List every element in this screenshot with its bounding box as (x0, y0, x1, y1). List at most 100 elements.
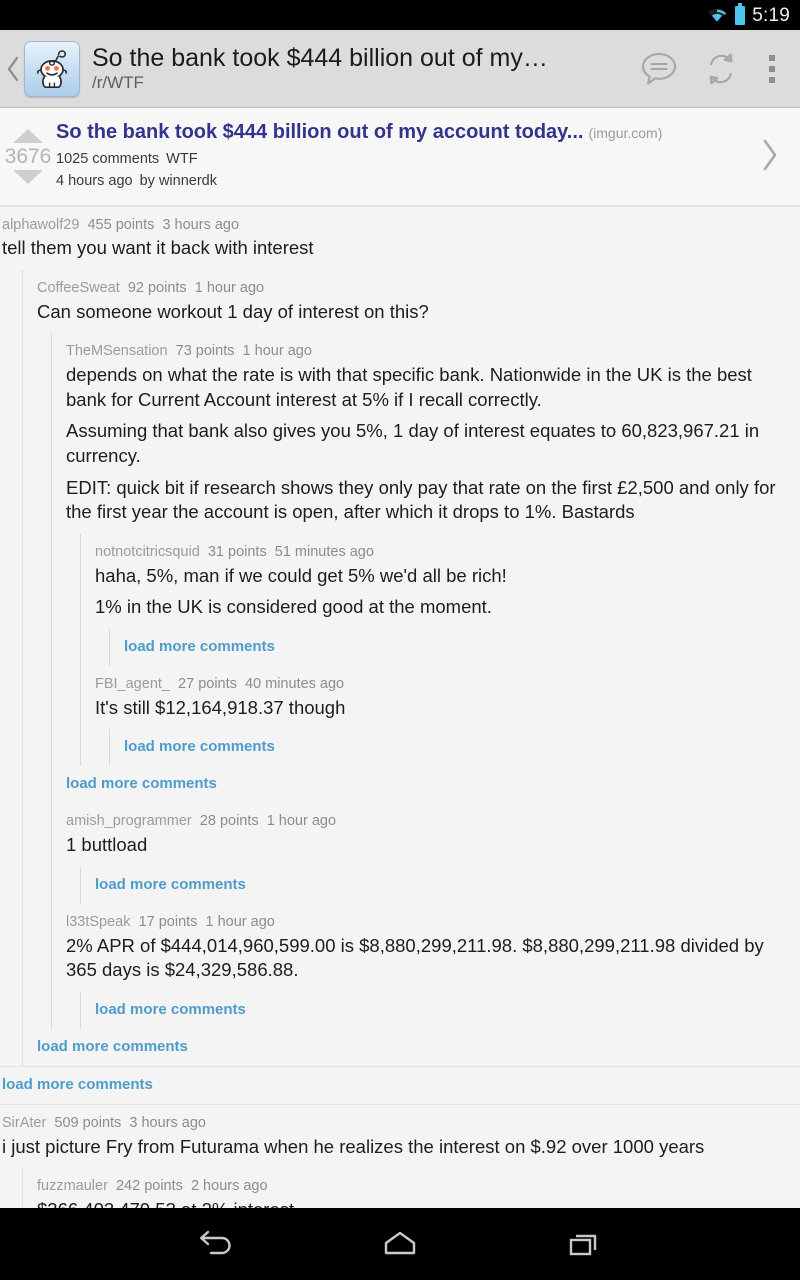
comment[interactable]: FBI_agent_ 27 points 40 minutes ago It's … (80, 665, 800, 767)
comment[interactable]: SirAter 509 points 3 hours ago i just pic… (0, 1103, 800, 1208)
nav-home-icon[interactable] (367, 1221, 433, 1267)
comment-age: 40 minutes ago (244, 675, 345, 692)
post-body: So the bank took $444 billion out of my … (56, 118, 740, 193)
action-bar: So the bank took $444 billion out of my…… (0, 30, 800, 108)
post-subreddit[interactable]: WTF (166, 151, 197, 167)
comment[interactable]: fuzzmauler 242 points 2 hours ago $366,40… (22, 1168, 800, 1208)
comment-text: 1 buttload (66, 833, 786, 858)
comment[interactable]: amish_programmer 28 points 1 hour ago 1 b… (51, 803, 800, 904)
comment-age: 1 hour ago (205, 913, 275, 930)
comment-paragraph: haha, 5%, man if we could get 5% we'd al… (95, 564, 507, 586)
comment-meta: FBI_agent_ 27 points 40 minutes ago (95, 675, 786, 694)
load-more-comments-link[interactable]: load more comments (37, 1029, 800, 1066)
comment-points: 17 points (138, 913, 198, 930)
comment-text: 2% APR of $444,014,960,599.00 is $8,880,… (66, 934, 786, 983)
comment-author[interactable]: alphawolf29 (2, 217, 79, 233)
content-scroll-area[interactable]: 3676 So the bank took $444 billion out o… (0, 108, 800, 1208)
comment-text: It's still $12,164,918.37 though (95, 696, 786, 721)
comment-meta: notnotcitricsquid 31 points 51 minutes a… (95, 543, 786, 562)
nav-back-icon[interactable] (183, 1221, 249, 1267)
chevron-right-icon[interactable] (740, 118, 800, 193)
comment-meta: CoffeeSweat 92 points 1 hour ago (37, 279, 786, 298)
comment-bubble-icon[interactable] (628, 38, 690, 100)
comment-children: load more comments (80, 866, 800, 904)
chevron-left-icon[interactable] (2, 56, 24, 82)
post-author-prefix: by (139, 172, 155, 189)
action-bar-buttons (628, 38, 792, 100)
comment-body: notnotcitricsquid 31 points 51 minutes a… (95, 534, 800, 629)
comment-paragraph: 2% APR of $444,014,960,599.00 is $8,880,… (66, 934, 764, 981)
comment-points: 92 points (127, 279, 187, 296)
refresh-sync-icon[interactable] (690, 38, 752, 100)
comment-points: 455 points (87, 216, 155, 233)
comment-text: haha, 5%, man if we could get 5% we'd al… (95, 564, 786, 620)
comment-paragraph: It's still $12,164,918.37 though (95, 696, 346, 718)
comment-paragraph: $366,403,479.53 at 2% interest.... (37, 1198, 786, 1208)
comment-body: alphawolf29 455 points 3 hours ago tell t… (2, 207, 800, 270)
comment[interactable]: load more comments (0, 1065, 800, 1104)
comment-text: i just picture Fry from Futurama when he… (2, 1135, 786, 1160)
comment[interactable]: load more comments (51, 766, 800, 804)
load-more-comments-link[interactable]: load more comments (95, 992, 800, 1029)
comment-children: load more comments (109, 729, 800, 767)
comment-author[interactable]: notnotcitricsquid (95, 544, 200, 560)
comment[interactable]: alphawolf29 455 points 3 hours ago tell t… (0, 205, 800, 1066)
comment[interactable]: CoffeeSweat 92 points 1 hour ago Can some… (22, 269, 800, 1029)
post-score: 3676 (4, 144, 52, 168)
vote-column: 3676 (0, 118, 56, 193)
load-more-comments-link[interactable]: load more comments (95, 867, 800, 904)
comment-paragraph: 1 buttload (66, 834, 148, 856)
post-meta-line1: 1025 comments WTF (56, 149, 740, 171)
reddit-snoo-icon[interactable] (24, 40, 80, 97)
overflow-menu-icon[interactable] (752, 38, 792, 100)
comment-meta: alphawolf29 455 points 3 hours ago (2, 216, 786, 235)
post-meta-line2: 4 hours ago by winnerdk (56, 171, 740, 193)
load-more-comments-link[interactable]: load more comments (66, 766, 800, 803)
comment[interactable]: load more comments (22, 1028, 800, 1066)
comment-paragraph: i just picture Fry from Futurama when he… (2, 1135, 705, 1157)
comment-text: $366,403,479.53 at 2% interest.... (37, 1198, 786, 1208)
load-more-comments-link[interactable]: load more comments (124, 629, 800, 666)
post-author[interactable]: winnerdk (159, 173, 217, 189)
comment-paragraph: Can someone workout 1 day of interest on… (37, 300, 429, 322)
load-more-comments-link[interactable]: load more comments (2, 1067, 800, 1104)
comment-author[interactable]: fuzzmauler (37, 1178, 108, 1194)
comment-age: 1 hour ago (194, 279, 265, 296)
comment[interactable]: notnotcitricsquid 31 points 51 minutes a… (80, 533, 800, 666)
arrow-down-icon[interactable] (13, 169, 43, 184)
comment-author[interactable]: SirAter (2, 1115, 46, 1131)
comment-age: 1 hour ago (242, 343, 312, 360)
load-more-comments-link[interactable]: load more comments (124, 729, 800, 766)
comment-body: FBI_agent_ 27 points 40 minutes ago It's … (95, 666, 800, 729)
comment-author[interactable]: CoffeeSweat (37, 280, 120, 296)
page-title: So the bank took $444 billion out of my… (92, 43, 548, 72)
comment-body: TheMSensation 73 points 1 hour ago depend… (66, 333, 800, 533)
comment-meta: fuzzmauler 242 points 2 hours ago (37, 1177, 786, 1196)
comment-points: 31 points (207, 543, 267, 560)
nav-recents-icon[interactable] (551, 1221, 617, 1267)
action-bar-title-block: So the bank took $444 billion out of my…… (92, 44, 628, 93)
comment[interactable]: l33tSpeak 17 points 1 hour ago 2% APR of … (51, 903, 800, 1029)
comment-text: Can someone workout 1 day of interest on… (37, 300, 786, 325)
comment-body: amish_programmer 28 points 1 hour ago 1 b… (66, 803, 800, 866)
comment-meta: TheMSensation 73 points 1 hour ago (66, 342, 786, 361)
comment-age: 3 hours ago (129, 1114, 206, 1131)
comment-paragraph: Assuming that bank also gives you 5%, 1 … (66, 420, 760, 466)
comment[interactable]: TheMSensation 73 points 1 hour ago depend… (51, 333, 800, 767)
post-header[interactable]: 3676 So the bank took $444 billion out o… (0, 108, 800, 206)
comment-paragraph: tell them you want it back with interest (2, 237, 314, 259)
comment-paragraph: EDIT: quick bit if research shows they o… (66, 476, 776, 523)
comment-tree: alphawolf29 455 points 3 hours ago tell t… (0, 205, 800, 1208)
battery-icon (735, 2, 746, 25)
comment-points: 27 points (178, 675, 237, 692)
subreddit-label: /r/WTF (92, 72, 144, 92)
comment-points: 242 points (115, 1178, 183, 1195)
comment-author[interactable]: l33tSpeak (66, 914, 131, 930)
post-title-link[interactable]: So the bank took $444 billion out of my … (56, 121, 583, 143)
arrow-up-icon[interactable] (13, 128, 43, 143)
post-comment-count[interactable]: 1025 comments (56, 151, 159, 167)
comment-author[interactable]: amish_programmer (66, 813, 192, 829)
comment-body: CoffeeSweat 92 points 1 hour ago Can some… (37, 270, 800, 333)
comment-author[interactable]: TheMSensation (66, 343, 168, 359)
comment-author[interactable]: FBI_agent_ (95, 676, 170, 692)
